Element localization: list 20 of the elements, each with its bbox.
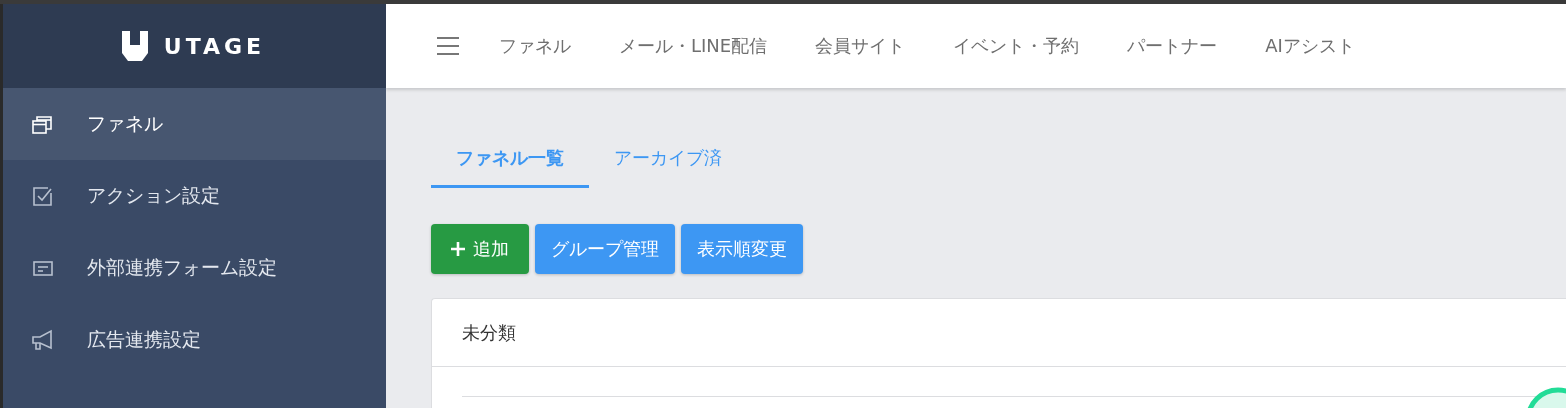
action-button[interactable]: グループ管理 xyxy=(535,224,675,274)
nav-link[interactable]: パートナー xyxy=(1127,34,1218,58)
card-title: 未分類 xyxy=(462,320,516,345)
nav-link[interactable]: ファネル xyxy=(499,34,571,58)
nav-link[interactable]: メール・LINE配信 xyxy=(619,34,768,58)
logo-icon xyxy=(119,31,150,61)
menu-icon[interactable] xyxy=(437,36,459,56)
action-button[interactable]: 表示順変更 xyxy=(681,224,803,274)
plus-icon xyxy=(451,242,465,256)
action-button[interactable]: 追加 xyxy=(431,224,529,274)
checkbox-icon xyxy=(31,184,55,208)
nav-link[interactable]: AIアシスト xyxy=(1265,34,1355,58)
sidebar-item[interactable]: アクション設定 xyxy=(3,160,386,232)
nav-link[interactable]: 会員サイト xyxy=(815,34,906,58)
megaphone-icon xyxy=(31,328,55,352)
nav-link[interactable]: イベント・予約 xyxy=(953,34,1080,58)
sidebar-item[interactable]: ファネル xyxy=(3,88,386,160)
sidebar-item[interactable]: 外部連携フォーム設定 xyxy=(3,232,386,304)
logo-text: UTAGE xyxy=(163,33,266,59)
sidebar-item[interactable]: 広告連携設定 xyxy=(3,304,386,376)
